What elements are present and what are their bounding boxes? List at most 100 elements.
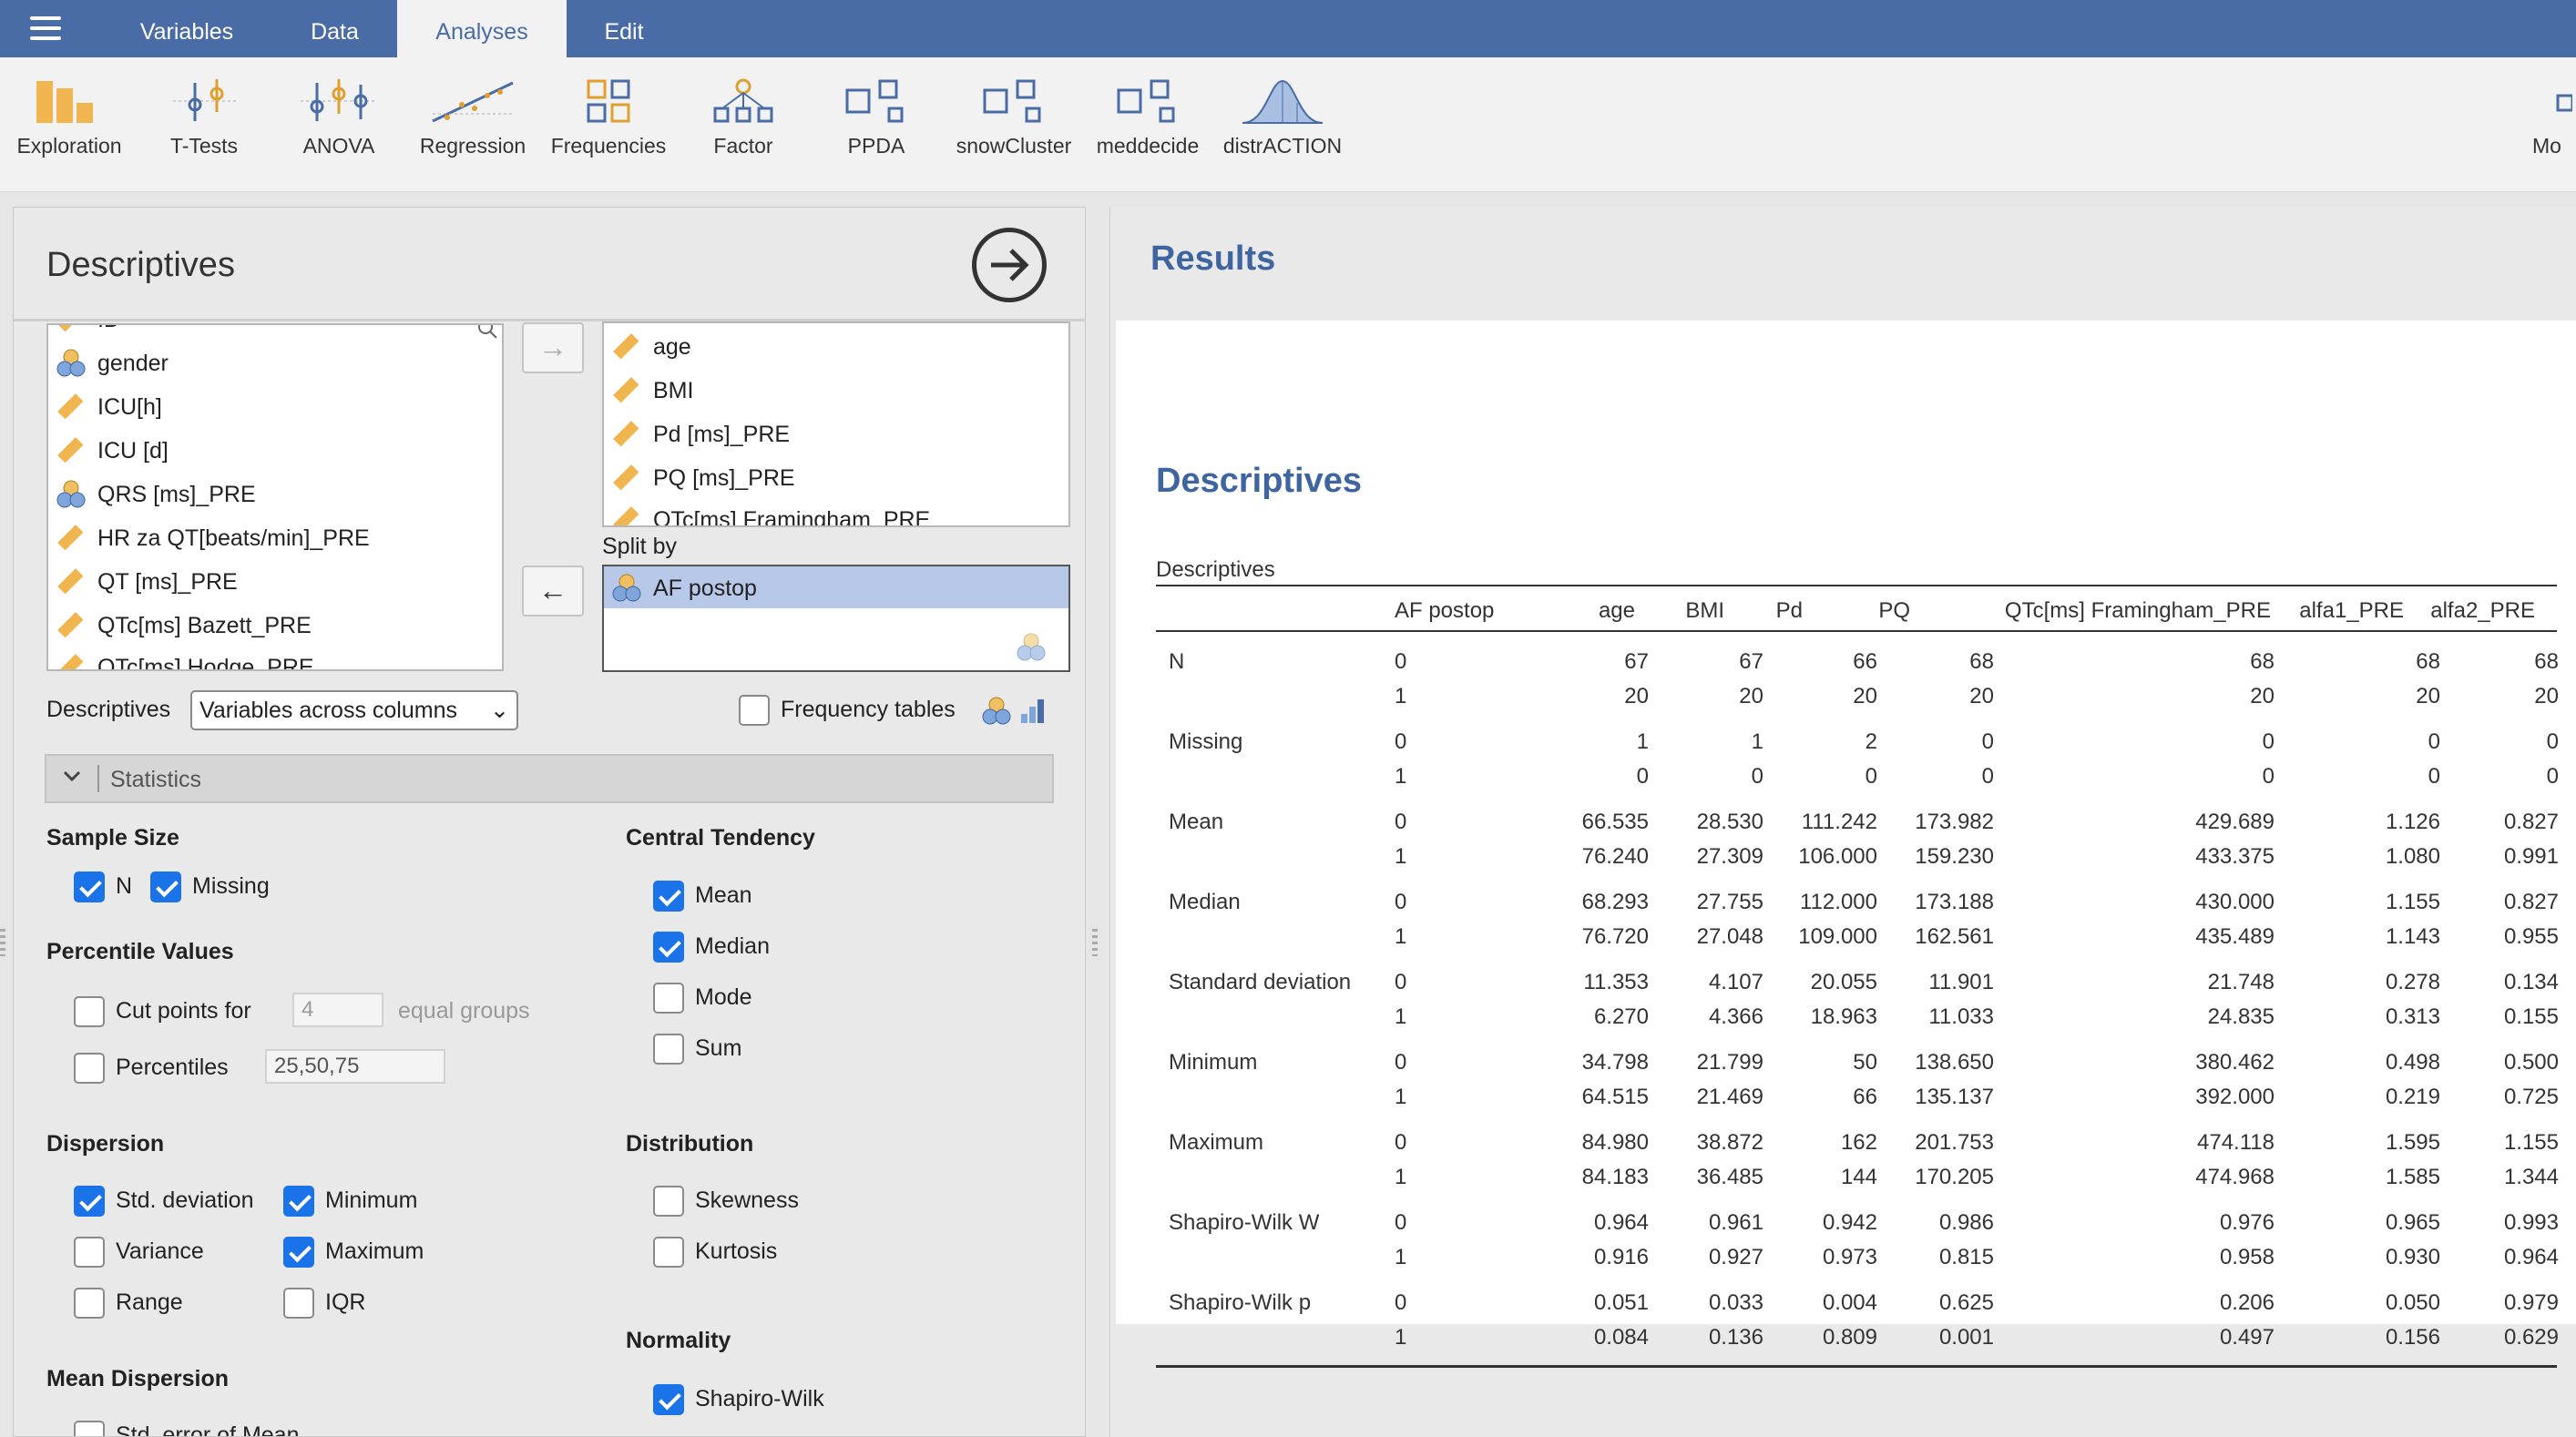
left-resize-handle[interactable] [0, 929, 5, 956]
list-item[interactable]: HR za QT[beats/min]_PRE [56, 518, 370, 558]
table-cell: 27.755 [1696, 890, 1763, 914]
percentiles-input[interactable]: 25,50,75 [265, 1049, 445, 1084]
tab-analyses[interactable]: Analyses [397, 0, 567, 57]
n-checkbox[interactable] [74, 871, 105, 902]
table-cell: 0.964 [2503, 1245, 2559, 1269]
list-item[interactable]: QTc[ms] Bazett_PRE [56, 606, 312, 646]
group-cell: 1 [1395, 1085, 1407, 1109]
ribbon-ppda-button[interactable]: PPDA [831, 77, 922, 187]
table-cell: 0.993 [2503, 1210, 2559, 1235]
nominal-variable-icon [982, 697, 1011, 725]
list-item[interactable]: BMI [611, 371, 693, 411]
group-cell: 0 [1395, 810, 1407, 834]
selected-variables-list[interactable]: age BMI Pd [ms]_PRE PQ [ms]_PRE QTc[ms] … [602, 321, 1070, 527]
row-label: Minimum [1169, 1050, 1258, 1075]
cut-points-input[interactable]: 4 [292, 993, 383, 1027]
mean-checkbox[interactable] [653, 881, 684, 912]
missing-checkbox[interactable] [150, 871, 181, 902]
variable-name: age [653, 333, 691, 360]
column-header: AF postop [1395, 598, 1495, 623]
table-cell: 76.720 [1581, 924, 1649, 949]
group-cell: 1 [1395, 924, 1407, 949]
table-cell: 0.084 [1593, 1325, 1649, 1350]
ribbon-label: Mo [2532, 134, 2561, 158]
variance-checkbox[interactable] [74, 1237, 105, 1268]
percentiles-checkbox[interactable] [74, 1053, 105, 1084]
mode-checkbox[interactable] [653, 983, 684, 1014]
list-item[interactable]: gender [56, 343, 169, 383]
table-cell: 0.986 [1938, 1210, 1994, 1235]
skewness-checkbox[interactable] [653, 1186, 684, 1217]
ribbon-meddecide-button[interactable]: meddecide [1086, 77, 1210, 187]
arrow-right-icon [991, 249, 1029, 281]
available-variables-list[interactable]: ID gender ICU[h] ICU [d] QRS [ms]_PRE HR… [46, 323, 504, 671]
table-cell: 66 [1853, 1085, 1877, 1109]
list-item[interactable]: QT [ms]_PRE [56, 562, 238, 602]
statistics-section-header[interactable]: Statistics [45, 754, 1054, 803]
results-output[interactable]: Descriptives Descriptives AF postop age BM… [1116, 321, 2576, 1368]
list-item[interactable]: Pd [ms]_PRE [611, 414, 790, 454]
ribbon-regression-button[interactable]: Regression [414, 77, 532, 187]
ribbon-exploration-button[interactable]: Exploration [7, 77, 131, 187]
top-menu-bar: Variables Data Analyses Edit [0, 0, 2576, 57]
tab-edit[interactable]: Edit [567, 0, 681, 57]
shapiro-wilk-checkbox[interactable] [653, 1384, 684, 1415]
list-item[interactable]: QTc[ms] Hodge_PRE [56, 647, 314, 669]
descriptives-layout-select[interactable]: Variables across columns ⌄ [190, 690, 518, 730]
cut-points-checkbox[interactable] [74, 996, 105, 1027]
skewness-label: Skewness [695, 1187, 799, 1213]
variable-name: QRS [ms]_PRE [97, 481, 256, 507]
hamburger-menu-icon[interactable] [26, 16, 66, 44]
sum-checkbox[interactable] [653, 1034, 684, 1065]
table-cell: 111.242 [1801, 810, 1877, 834]
continuous-variable-icon [57, 654, 84, 669]
table-cell: 0.827 [2503, 890, 2559, 914]
iqr-checkbox[interactable] [283, 1288, 314, 1319]
table-cell: 76.240 [1581, 844, 1649, 869]
ribbon-factor-button[interactable]: Factor [698, 77, 789, 187]
frequency-tables-checkbox[interactable] [739, 695, 770, 726]
list-item[interactable]: ICU [d] [56, 431, 169, 471]
median-checkbox[interactable] [653, 932, 684, 963]
list-item[interactable]: QRS [ms]_PRE [56, 474, 256, 515]
std-deviation-checkbox[interactable] [74, 1186, 105, 1217]
list-item[interactable]: PQ [ms]_PRE [611, 458, 795, 498]
ribbon-distraction-button[interactable]: distrACTION [1217, 77, 1348, 187]
divider [97, 765, 99, 792]
tab-data[interactable]: Data [273, 0, 396, 57]
kurtosis-checkbox[interactable] [653, 1237, 684, 1268]
table-cell: 0.278 [2385, 970, 2440, 994]
maximum-checkbox[interactable] [283, 1237, 314, 1268]
move-to-variables-button[interactable]: → [522, 322, 584, 373]
table-cell: 144 [1840, 1165, 1877, 1189]
move-from-split-by-button[interactable]: ← [522, 566, 584, 617]
table-cell: 84.980 [1581, 1130, 1649, 1155]
ribbon-modules-button[interactable]: Mo [2532, 77, 2576, 187]
panel-resize-handle[interactable] [1092, 929, 1098, 956]
list-item[interactable]: AF postop [611, 568, 757, 608]
ribbon-t-tests-button[interactable]: T-Tests [153, 77, 255, 187]
table-cell: 68 [2534, 649, 2559, 674]
list-item[interactable]: age [611, 327, 691, 367]
tab-variables[interactable]: Variables [109, 0, 264, 57]
table-cell: 0 [2428, 764, 2440, 789]
table-cell: 68.293 [1581, 890, 1649, 914]
minimum-checkbox[interactable] [283, 1186, 314, 1217]
collapse-options-button[interactable] [972, 228, 1047, 302]
mean-label: Mean [695, 882, 752, 908]
split-by-list[interactable]: AF postop [602, 565, 1070, 672]
table-cell: 2 [1865, 729, 1877, 754]
range-checkbox[interactable] [74, 1288, 105, 1319]
variance-label: Variance [116, 1238, 204, 1264]
ribbon-snowcluster-button[interactable]: snowCluster [947, 77, 1080, 187]
table-cell: 159.230 [1915, 844, 1994, 869]
ribbon-anova-button[interactable]: ANOVA [290, 77, 388, 187]
normality-heading: Normality [626, 1328, 731, 1353]
list-item[interactable]: ID [56, 325, 120, 340]
list-item[interactable]: ICU[h] [56, 387, 162, 427]
variable-name: AF postop [653, 575, 757, 601]
results-subtitle: Descriptives [1156, 462, 1363, 500]
ribbon-frequencies-button[interactable]: Frequencies [545, 77, 672, 187]
se-mean-checkbox[interactable] [74, 1421, 105, 1436]
list-item[interactable]: QTc[ms] Framingham_PRE [611, 500, 930, 525]
